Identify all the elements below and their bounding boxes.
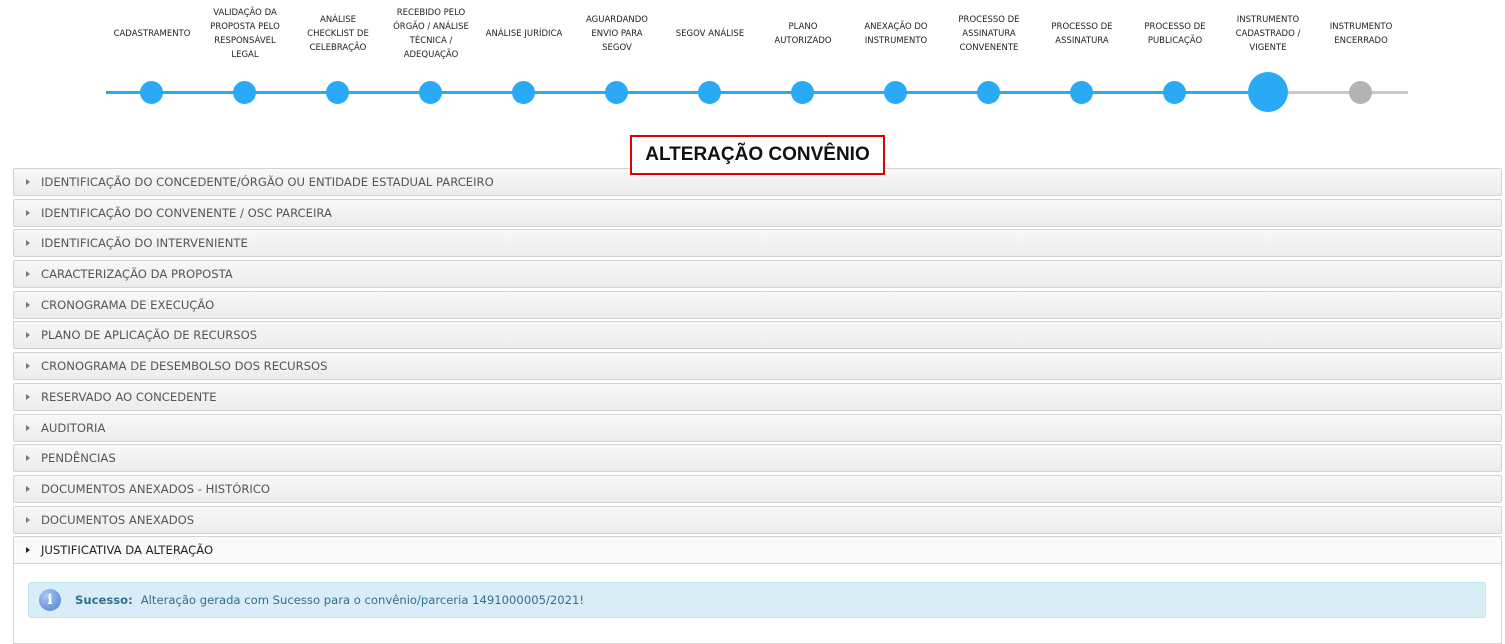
- accordion-section-label: CARACTERIZAÇÃO DA PROPOSTA: [41, 267, 233, 282]
- step-item: PLANO AUTORIZADO: [757, 0, 849, 120]
- step-dot-done: [233, 81, 256, 104]
- step-item: RECEBIDO PELO ÓRGÃO / ANÁLISE TÉCNICA / …: [385, 0, 477, 120]
- step-label: PLANO AUTORIZADO: [774, 22, 832, 46]
- step-item: ANEXAÇÃO DO INSTRUMENTO: [850, 0, 942, 120]
- accordion-section-header[interactable]: CRONOGRAMA DE DESEMBOLSO DOS RECURSOS: [13, 352, 1502, 381]
- step-dot-done: [512, 81, 535, 104]
- accordion-section-header[interactable]: IDENTIFICAÇÃO DO INTERVENIENTE: [13, 229, 1502, 258]
- accordion-section-header[interactable]: RESERVADO AO CONCEDENTE: [13, 382, 1502, 411]
- accordion-section-header[interactable]: IDENTIFICAÇÃO DO CONVENENTE / OSC PARCEI…: [13, 198, 1502, 227]
- step-dot-pending: [1349, 81, 1372, 104]
- step-label: PROCESSO DE ASSINATURA: [1051, 22, 1113, 46]
- progress-stepper: CADASTRAMENTO VALIDAÇÃO DA PROPOSTA PELO …: [0, 0, 1505, 120]
- step-dot-done: [884, 81, 907, 104]
- alert-message: Alteração gerada com Sucesso para o conv…: [140, 593, 585, 608]
- step-label: RECEBIDO PELO ÓRGÃO / ANÁLISE TÉCNICA / …: [393, 8, 469, 60]
- accordion-section-label: IDENTIFICAÇÃO DO INTERVENIENTE: [41, 236, 248, 251]
- caret-right-icon: [26, 301, 30, 308]
- step-dot-current: [1248, 72, 1288, 112]
- alert-title: Sucesso:: [75, 593, 133, 608]
- accordion-section-label: PENDÊNCIAS: [41, 451, 116, 466]
- caret-right-icon: [26, 363, 30, 370]
- caret-right-icon: [26, 179, 30, 185]
- success-alert: i Sucesso: Alteração gerada com Sucesso …: [28, 582, 1486, 619]
- caret-right-icon: [26, 209, 30, 216]
- step-label: SEGOV ANÁLISE: [675, 29, 745, 39]
- caret-right-icon: [26, 393, 30, 400]
- accordion-section-label: DOCUMENTOS ANEXADOS: [41, 512, 195, 527]
- caret-right-icon: [26, 455, 30, 462]
- accordion-section-label: PLANO DE APLICAÇÃO DE RECURSOS: [41, 328, 258, 343]
- accordion-section-label: IDENTIFICAÇÃO DO CONCEDENTE/ÓRGÃO OU ENT…: [41, 175, 494, 189]
- step-item: SEGOV ANÁLISE: [664, 0, 756, 120]
- accordion-section-label: CRONOGRAMA DE DESEMBOLSO DOS RECURSOS: [41, 359, 328, 374]
- accordion-section-header[interactable]: DOCUMENTOS ANEXADOS: [13, 505, 1502, 534]
- step-label: VALIDAÇÃO DA PROPOSTA PELO RESPONSÁVEL L…: [210, 8, 280, 60]
- form-accordion: IDENTIFICAÇÃO DO CONCEDENTE/ÓRGÃO OU ENT…: [13, 168, 1502, 644]
- accordion-section-label: RESERVADO AO CONCEDENTE: [41, 389, 217, 404]
- step-label: PROCESSO DE PUBLICAÇÃO: [1144, 22, 1206, 46]
- justificativa-panel: i Sucesso: Alteração gerada com Sucesso …: [13, 564, 1502, 644]
- step-dot-done: [1070, 81, 1093, 104]
- step-item: ANÁLISE CHECKLIST DE CELEBRAÇÃO: [292, 0, 384, 120]
- accordion-section-label: IDENTIFICAÇÃO DO CONVENENTE / OSC PARCEI…: [41, 205, 332, 220]
- step-item: ANÁLISE JURÍDICA: [478, 0, 570, 120]
- step-dot-done: [326, 81, 349, 104]
- step-dot-done: [698, 81, 721, 104]
- accordion-section-header[interactable]: PENDÊNCIAS: [13, 444, 1502, 473]
- accordion-section-header[interactable]: CARACTERIZAÇÃO DA PROPOSTA: [13, 260, 1502, 289]
- step-dot-done: [791, 81, 814, 104]
- accordion-section-header[interactable]: JUSTIFICATIVA DA ALTERAÇÃO: [13, 536, 1502, 565]
- step-item: AGUARDANDO ENVIO PARA SEGOV: [571, 0, 663, 120]
- accordion-section-header[interactable]: PLANO DE APLICAÇÃO DE RECURSOS: [13, 321, 1502, 350]
- caret-right-icon: [26, 332, 30, 339]
- step-item: CADASTRAMENTO: [106, 0, 198, 120]
- accordion-section-label: DOCUMENTOS ANEXADOS - HISTÓRICO: [41, 481, 271, 496]
- info-icon: i: [39, 589, 61, 612]
- accordion-section-header[interactable]: CRONOGRAMA DE EXECUÇÃO: [13, 290, 1502, 319]
- step-dot-done: [1163, 81, 1186, 104]
- accordion-section-label: CRONOGRAMA DE EXECUÇÃO: [41, 297, 215, 312]
- accordion-section-label: JUSTIFICATIVA DA ALTERAÇÃO: [41, 543, 214, 558]
- step-label: ANEXAÇÃO DO INSTRUMENTO: [864, 22, 928, 46]
- page-title: ALTERAÇÃO CONVÊNIO: [630, 135, 885, 175]
- caret-right-icon: [26, 516, 30, 523]
- step-item: PROCESSO DE PUBLICAÇÃO: [1129, 0, 1221, 120]
- caret-right-icon: [26, 271, 30, 278]
- accordion-section-header[interactable]: AUDITORIA: [13, 413, 1502, 442]
- step-item: INSTRUMENTO ENCERRADO: [1315, 0, 1407, 120]
- step-label: INSTRUMENTO ENCERRADO: [1329, 22, 1393, 46]
- step-dot-done: [605, 81, 628, 104]
- accordion-section-label: AUDITORIA: [41, 420, 106, 435]
- caret-open-icon: [26, 547, 30, 554]
- step-item: PROCESSO DE ASSINATURA CONVENENTE: [943, 0, 1035, 120]
- step-label: ANÁLISE CHECKLIST DE CELEBRAÇÃO: [307, 15, 369, 53]
- step-label: PROCESSO DE ASSINATURA CONVENENTE: [958, 15, 1020, 53]
- accordion-section-header[interactable]: DOCUMENTOS ANEXADOS - HISTÓRICO: [13, 474, 1502, 503]
- step-dot-done: [977, 81, 1000, 104]
- step-label: AGUARDANDO ENVIO PARA SEGOV: [586, 15, 648, 53]
- step-label: ANÁLISE JURÍDICA: [485, 29, 563, 39]
- step-dot-done: [419, 81, 442, 104]
- step-item: VALIDAÇÃO DA PROPOSTA PELO RESPONSÁVEL L…: [199, 0, 291, 120]
- caret-right-icon: [26, 485, 30, 492]
- step-item: PROCESSO DE ASSINATURA: [1036, 0, 1128, 120]
- caret-right-icon: [26, 240, 30, 247]
- step-dot-done: [140, 81, 163, 104]
- step-label: INSTRUMENTO CADASTRADO / VIGENTE: [1235, 15, 1301, 53]
- caret-right-icon: [26, 424, 30, 431]
- step-item: INSTRUMENTO CADASTRADO / VIGENTE: [1222, 0, 1314, 120]
- step-label: CADASTRAMENTO: [113, 29, 191, 39]
